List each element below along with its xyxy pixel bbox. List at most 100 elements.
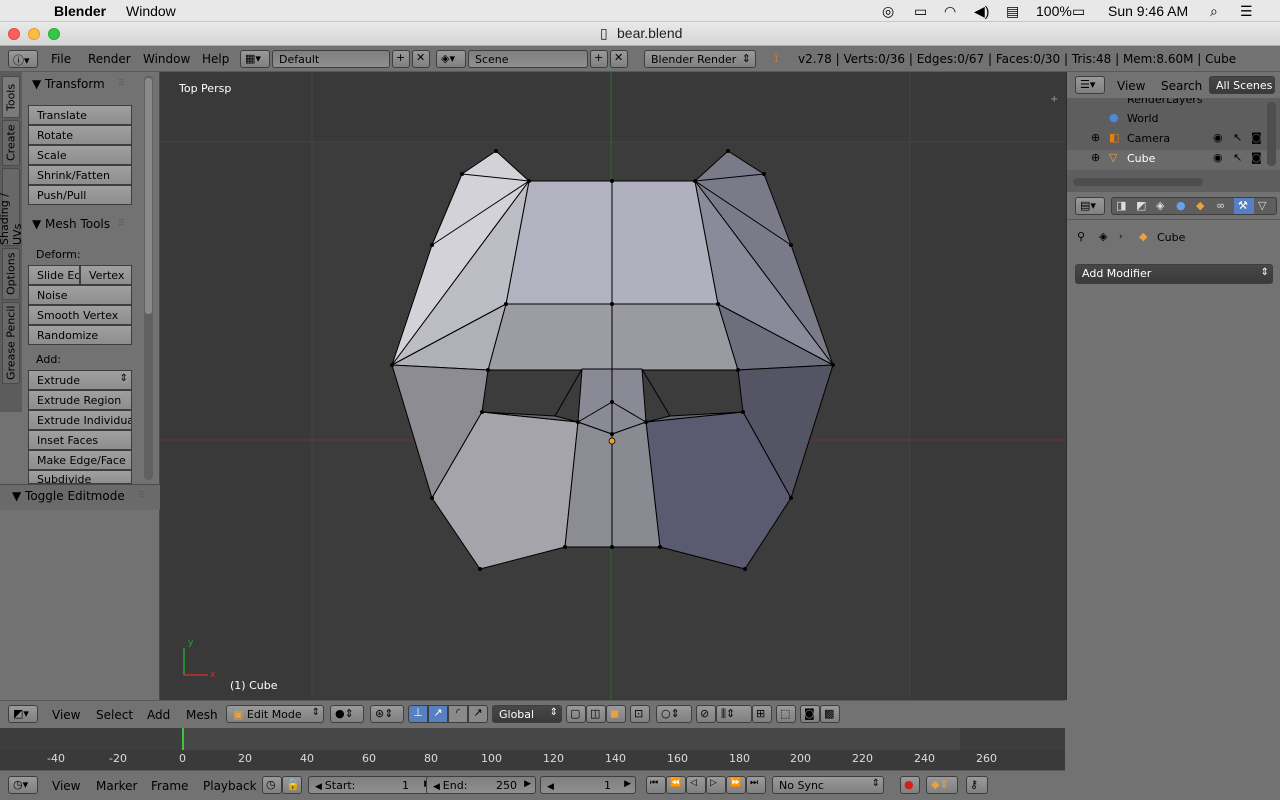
push-pull-button[interactable]: Push/Pull [28,185,132,205]
modifiers-tab-active[interactable]: ⚒ [1234,198,1254,214]
creative-cloud-icon[interactable]: ◎ [882,3,894,20]
keyframe-insert-icon[interactable]: ⚷ [966,776,988,794]
volume-icon[interactable]: ◀) [974,3,989,20]
properties-region-toggle-icon[interactable]: + [1050,94,1058,105]
tool-shelf-scrollbar[interactable] [144,76,153,480]
viewport-canvas[interactable] [160,72,1065,700]
timeline-menu-marker[interactable]: Marker [96,779,137,793]
world-tab-icon[interactable]: ● [1176,199,1186,212]
render-engine-select[interactable]: Blender Render ⇕ [644,50,756,68]
constraints-tab-icon[interactable]: ∞ [1216,199,1225,212]
rotate-manipulator-icon[interactable]: ◜ [448,705,468,723]
renderable-camera-icon[interactable]: ◙ [1251,151,1262,164]
scene-icon[interactable]: ◈▾ [436,50,466,68]
proportional-editing-select[interactable]: ○⇕ [656,705,692,723]
smooth-vertex-button[interactable]: Smooth Vertex [28,305,132,325]
inset-faces-button[interactable]: Inset Faces [28,430,132,450]
timeline-menu-frame[interactable]: Frame [151,779,188,793]
notification-center-icon[interactable]: ☰ [1240,3,1253,20]
interaction-mode-select[interactable]: ▣ Edit Mode ⇕ [226,705,324,723]
tree-item-world[interactable]: World [1127,112,1159,125]
selectable-cursor-icon[interactable]: ↖ [1233,151,1242,164]
visibility-eye-icon[interactable]: ◉ [1213,151,1223,164]
mesh-tools-panel-header[interactable]: ▼ Mesh Tools [32,217,110,231]
play-icon[interactable]: ▷ [706,776,726,794]
translate-manipulator-icon[interactable]: ↗ [428,705,448,723]
decrement-arrow-icon[interactable]: ◀ [315,782,325,792]
jump-to-next-keyframe-icon[interactable]: ⏩ [726,776,746,794]
tree-item-camera[interactable]: Camera [1127,132,1170,145]
spotlight-icon[interactable]: ⌕ [1210,3,1218,20]
rotate-button[interactable]: Rotate [28,125,132,145]
outliner-menu-search[interactable]: Search [1161,79,1202,93]
snap-element-select[interactable]: ⫼⇕ [716,705,752,723]
start-frame-field[interactable]: ◀ Start: 1 ▶ [308,776,436,794]
extrude-region-button[interactable]: Extrude Region [28,390,132,410]
minimize-window-button[interactable] [28,28,40,40]
drag-handle-icon[interactable]: ⠿ [138,491,145,501]
jump-to-start-icon[interactable]: ⏮ [646,776,666,794]
tab-grease-pencil[interactable]: Grease Pencil [2,302,20,384]
manipulator-toggle-icon[interactable]: ⊥ [408,705,428,723]
flag-icon[interactable]: ▤ [1006,3,1019,20]
view3d-menu-select[interactable]: Select [96,708,133,722]
jump-to-end-icon[interactable]: ⏭ [746,776,766,794]
slide-edge-button[interactable]: Slide Ed [28,265,80,285]
tree-item-cube[interactable]: Cube [1127,152,1155,165]
3d-view-editor-type-icon[interactable]: ◩▾ [8,705,38,723]
editor-type-info-button[interactable]: ⓘ▾ [8,50,38,68]
outliner-menu-view[interactable]: View [1117,79,1145,93]
tab-options[interactable]: Options [2,248,20,300]
timeline-menu-playback[interactable]: Playback [203,779,257,793]
scene-field[interactable]: Scene [468,50,588,68]
pivot-point-select[interactable]: ⊛⇕ [370,705,404,723]
clock[interactable]: Sun 9:46 AM [1108,3,1188,19]
add-scene-icon[interactable]: + [590,50,608,68]
view3d-menu-mesh[interactable]: Mesh [186,708,218,722]
randomize-button[interactable]: Randomize [28,325,132,345]
3d-viewport[interactable]: Top Persp y x (1) Cube + [160,72,1065,700]
layout-field[interactable]: Default [272,50,390,68]
current-frame-indicator[interactable] [182,728,184,750]
snap-target-icon[interactable]: ⊞ [752,705,772,723]
delete-scene-icon[interactable]: ✕ [610,50,628,68]
render-animation-icon[interactable]: ▩ [820,705,840,723]
opengl-render-icon[interactable]: ⬚ [776,705,796,723]
visibility-eye-icon[interactable]: ◉ [1213,131,1223,144]
drag-handle-icon[interactable]: ⠿ [118,79,125,89]
outliner-hscrollbar[interactable] [1073,178,1203,186]
expand-icon[interactable]: ⊕ [1091,151,1100,164]
record-keyframes-icon[interactable]: ● [900,776,920,794]
screen-layout-icon[interactable]: ▦▾ [240,50,270,68]
scale-button[interactable]: Scale [28,145,132,165]
view3d-menu-add[interactable]: Add [147,708,170,722]
increment-arrow-icon[interactable]: ▶ [524,779,531,789]
add-modifier-select[interactable]: Add Modifier ⇕ [1075,264,1273,284]
expand-icon[interactable]: ⊕ [1091,131,1100,144]
drag-handle-icon[interactable]: ⠿ [118,219,125,229]
vertex-select-mode-icon[interactable]: ▢ [566,705,586,723]
menu-render[interactable]: Render [88,52,131,66]
tree-item-renderlayers[interactable]: RenderLayers [1127,98,1203,106]
menu-window[interactable]: Window [143,52,190,66]
extrude-individual-button[interactable]: Extrude Individual [28,410,132,430]
tab-shading-uvs[interactable]: Shading / UVs [0,168,24,246]
jump-to-prev-keyframe-icon[interactable]: ⏪ [666,776,686,794]
end-frame-field[interactable]: ◀ End: 250 ▶ [426,776,536,794]
noise-button[interactable]: Noise [28,285,132,305]
transform-orientation-select[interactable]: Global ⇕ [492,705,562,723]
render-tab-icon[interactable]: ◨ [1116,199,1126,212]
keying-set-icon[interactable]: ◆⇕ [926,776,958,794]
limit-selection-visible-icon[interactable]: ⊡ [630,705,650,723]
sync-mode-select[interactable]: No Sync ⇕ [772,776,884,794]
current-frame-field[interactable]: ◀ 1 ▶ [540,776,636,794]
menu-help[interactable]: Help [202,52,229,66]
tab-create[interactable]: Create [2,120,20,166]
play-reverse-icon[interactable]: ◁ [686,776,706,794]
translate-button[interactable]: Translate [28,105,132,125]
use-preview-range-icon[interactable]: ◷ [262,776,282,794]
transform-panel-header[interactable]: ▼ Transform [32,77,105,91]
wifi-icon[interactable]: ◠ [944,3,956,20]
face-select-mode-icon[interactable]: ◼ [606,705,626,723]
render-image-icon[interactable]: ◙ [800,705,820,723]
